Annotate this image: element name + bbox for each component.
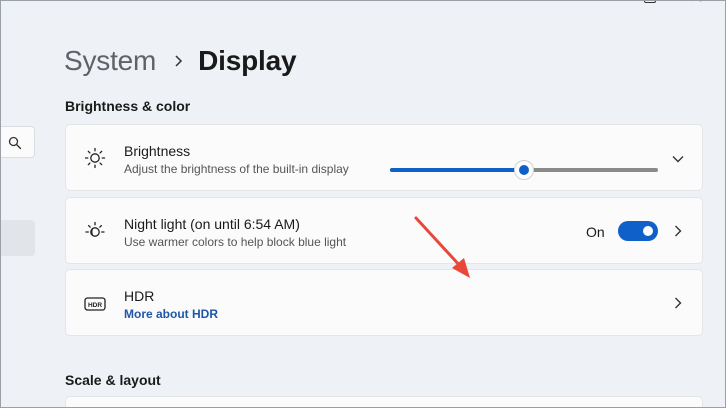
sun-icon (84, 147, 106, 169)
sidebar-item-system[interactable] (0, 220, 35, 256)
toggle-knob (643, 226, 653, 236)
chevron-down-icon[interactable] (672, 153, 684, 165)
hdr-title: HDR (124, 288, 155, 304)
brightness-title: Brightness (124, 143, 191, 159)
night-light-toggle[interactable] (618, 221, 658, 241)
brightness-slider[interactable] (390, 160, 658, 180)
hdr-card[interactable]: HDR HDR More about HDR (65, 269, 703, 336)
window-controls (638, 0, 708, 6)
section-title-scale-layout: Scale & layout (65, 372, 161, 388)
search-input[interactable] (0, 126, 35, 158)
maximize-button[interactable] (638, 0, 660, 6)
brightness-subtitle: Adjust the brightness of the built-in di… (124, 162, 349, 176)
night-light-icon (85, 221, 105, 237)
night-light-title: Night light (on until 6:54 AM) (124, 216, 300, 232)
section-title-brightness-color: Brightness & color (65, 98, 191, 114)
brightness-slider-fill (390, 168, 524, 172)
brightness-card[interactable]: Brightness Adjust the brightness of the … (65, 124, 703, 191)
chevron-right-icon[interactable] (672, 297, 684, 309)
hdr-icon: HDR (84, 297, 106, 311)
svg-text:HDR: HDR (88, 302, 102, 309)
search-icon (8, 136, 22, 150)
night-light-toggle-label: On (586, 224, 605, 240)
breadcrumb-parent[interactable]: System (64, 45, 156, 77)
page-title: Display (198, 45, 297, 76)
chevron-right-icon (175, 55, 183, 67)
chevron-right-icon[interactable] (672, 225, 684, 237)
breadcrumb: System Display (64, 44, 297, 78)
night-light-card[interactable]: Night light (on until 6:54 AM) Use warme… (65, 197, 703, 264)
hdr-more-link[interactable]: More about HDR (124, 307, 218, 321)
night-light-subtitle: Use warmer colors to help block blue lig… (124, 235, 347, 249)
annotation-arrow (414, 216, 470, 278)
brightness-slider-thumb[interactable] (514, 160, 534, 180)
close-button[interactable] (686, 0, 708, 6)
scale-card[interactable] (65, 396, 703, 408)
